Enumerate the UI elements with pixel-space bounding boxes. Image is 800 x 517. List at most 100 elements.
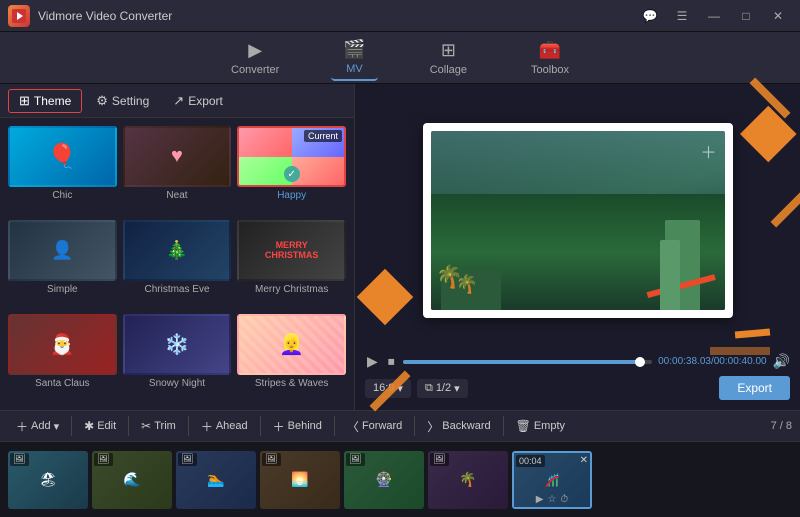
- nav-collage[interactable]: ⊞ Collage: [418, 36, 479, 80]
- clip-clock-icon[interactable]: ⏱: [560, 494, 568, 505]
- export-tab-icon: ↗: [173, 93, 184, 109]
- nav-converter[interactable]: ▶ Converter: [219, 36, 291, 80]
- sep3: [188, 416, 189, 436]
- progress-dot: [635, 357, 645, 367]
- theme-check-icon: ✓: [284, 166, 300, 182]
- empty-button[interactable]: 🗑 Empty: [508, 416, 573, 436]
- add-icon: ＋: [16, 418, 28, 435]
- theme-happy-label: Happy: [277, 190, 306, 201]
- empty-label: Empty: [534, 420, 565, 432]
- tab-export[interactable]: ↗ Export: [163, 90, 233, 112]
- app-logo: [8, 5, 30, 27]
- add-button[interactable]: ＋ Add ▾: [8, 415, 67, 438]
- export-button[interactable]: Export: [719, 376, 790, 400]
- theme-snowy-night-label: Snowy Night: [149, 378, 205, 389]
- add-dropdown-icon: ▾: [54, 420, 60, 433]
- toolbox-icon: 🧰: [539, 40, 561, 61]
- play-button[interactable]: ▶: [365, 351, 380, 372]
- timeline-clip-7[interactable]: 🎢 00:04 ✕ ▶ ☆ ⏱: [512, 451, 592, 509]
- fraction-label: 1/2: [436, 382, 451, 394]
- top-nav: ▶ Converter 🎬 MV ⊞ Collage 🧰 Toolbox: [0, 32, 800, 84]
- timeline-clip-2[interactable]: 🌊 🖼: [92, 451, 172, 509]
- trim-button[interactable]: ✂ Trim: [133, 416, 184, 436]
- right-panel: ＋ 🌴 🌴 ▶ ⏹: [355, 84, 800, 410]
- sep7: [503, 416, 504, 436]
- clip-actions-7: ▶ ☆ ⏱: [536, 494, 568, 505]
- timeline: 🏖 🖼 🌊 🖼 🏊 🖼 🌅 🖼 🎡 🖼 🌴 🖼 🎢: [0, 442, 800, 517]
- theme-santa-claus[interactable]: 🎅 Santa Claus: [8, 314, 117, 402]
- theme-christmas-eve-label: Christmas Eve: [144, 284, 209, 295]
- collage-icon: ⊞: [441, 40, 456, 61]
- mv-icon: 🎬: [343, 39, 365, 60]
- timeline-clip-6[interactable]: 🌴 🖼: [428, 451, 508, 509]
- theme-chic[interactable]: 🎈 Chic: [8, 126, 117, 214]
- forward-button[interactable]: 〈 Forward: [339, 415, 410, 438]
- theme-simple[interactable]: 👤 Simple: [8, 220, 117, 308]
- theme-neat[interactable]: ♥ Neat: [123, 126, 232, 214]
- theme-santa-claus-label: Santa Claus: [35, 378, 89, 389]
- theme-stripes-waves-label: Stripes & Waves: [255, 378, 329, 389]
- forward-icon: 〈: [347, 418, 359, 435]
- theme-christmas-eve[interactable]: 🎄 Christmas Eve: [123, 220, 232, 308]
- nav-mv[interactable]: 🎬 MV: [331, 35, 377, 81]
- video-inner: ＋ 🌴 🌴: [431, 131, 725, 310]
- time-display: 00:00:38.03/00:00:40.00: [658, 356, 766, 367]
- trim-label: Trim: [154, 420, 176, 432]
- backward-button[interactable]: 〉 Backward: [419, 415, 498, 438]
- sep5: [334, 416, 335, 436]
- theme-chic-label: Chic: [52, 190, 72, 201]
- main-layout: ⊞ Theme ⚙ Setting ↗ Export 🎈 Chic: [0, 84, 800, 410]
- close-button[interactable]: ✕: [764, 5, 792, 27]
- nav-toolbox[interactable]: 🧰 Toolbox: [519, 36, 581, 80]
- clip-icon-6: 🖼: [430, 453, 449, 466]
- app-title: Vidmore Video Converter: [38, 9, 636, 23]
- behind-icon: ＋: [273, 418, 285, 435]
- clip-icon-5: 🖼: [346, 453, 365, 466]
- ahead-button[interactable]: ＋ Ahead: [193, 415, 256, 438]
- fraction-chevron: ▾: [454, 382, 460, 395]
- stop-button[interactable]: ⏹: [386, 351, 397, 372]
- minimize-button[interactable]: —: [700, 5, 728, 27]
- bottom-controls: 16:9 ▾ ⧉ 1/2 ▾ Export: [365, 376, 790, 400]
- page-counter: 7 / 8: [771, 420, 792, 432]
- theme-simple-label: Simple: [47, 284, 78, 295]
- theme-snowy-night[interactable]: ❄️ Snowy Night: [123, 314, 232, 402]
- timeline-clip-1[interactable]: 🏖 🖼: [8, 451, 88, 509]
- theme-merry-christmas[interactable]: MERRYCHRISTMAS Merry Christmas: [237, 220, 346, 308]
- edit-icon: ✱: [84, 419, 94, 433]
- clip-close-7[interactable]: ✕: [580, 455, 588, 466]
- progress-bar[interactable]: [403, 360, 652, 364]
- theme-neat-label: Neat: [166, 190, 187, 201]
- maximize-button[interactable]: □: [732, 5, 760, 27]
- clip-star-icon[interactable]: ☆: [547, 494, 556, 505]
- converter-icon: ▶: [248, 40, 262, 61]
- tab-theme[interactable]: ⊞ Theme: [8, 89, 82, 113]
- ahead-label: Ahead: [216, 420, 248, 432]
- nav-mv-label: MV: [346, 63, 363, 75]
- clip-icon-3: 🖼: [178, 453, 197, 466]
- timeline-clip-3[interactable]: 🏊 🖼: [176, 451, 256, 509]
- chat-button[interactable]: 💬: [636, 5, 664, 27]
- tab-theme-label: Theme: [34, 94, 71, 108]
- edit-button[interactable]: ✱ Edit: [76, 416, 124, 436]
- orange-tag-tr: [740, 106, 797, 163]
- orange-tag-bl: [357, 269, 414, 326]
- theme-happy[interactable]: Current ✓ Happy: [237, 126, 346, 214]
- progress-fill: [403, 360, 640, 364]
- orange-tag-br: [735, 328, 770, 338]
- edit-label: Edit: [97, 420, 116, 432]
- clip-icon-1: 🖼: [10, 453, 29, 466]
- behind-button[interactable]: ＋ Behind: [265, 415, 330, 438]
- theme-stripes-waves[interactable]: 👱‍♀️ Stripes & Waves: [237, 314, 346, 402]
- timeline-clip-4[interactable]: 🌅 🖼: [260, 451, 340, 509]
- current-label: Current: [304, 130, 342, 142]
- tab-export-label: Export: [188, 94, 223, 108]
- forward-label: Forward: [362, 420, 402, 432]
- timeline-clip-5[interactable]: 🎡 🖼: [344, 451, 424, 509]
- fraction-button[interactable]: ⧉ 1/2 ▾: [417, 379, 468, 398]
- clip-play-icon[interactable]: ▶: [536, 494, 544, 505]
- volume-icon[interactable]: 🔊: [773, 353, 790, 370]
- menu-button[interactable]: ☰: [668, 5, 696, 27]
- tab-setting[interactable]: ⚙ Setting: [86, 90, 159, 112]
- sep6: [414, 416, 415, 436]
